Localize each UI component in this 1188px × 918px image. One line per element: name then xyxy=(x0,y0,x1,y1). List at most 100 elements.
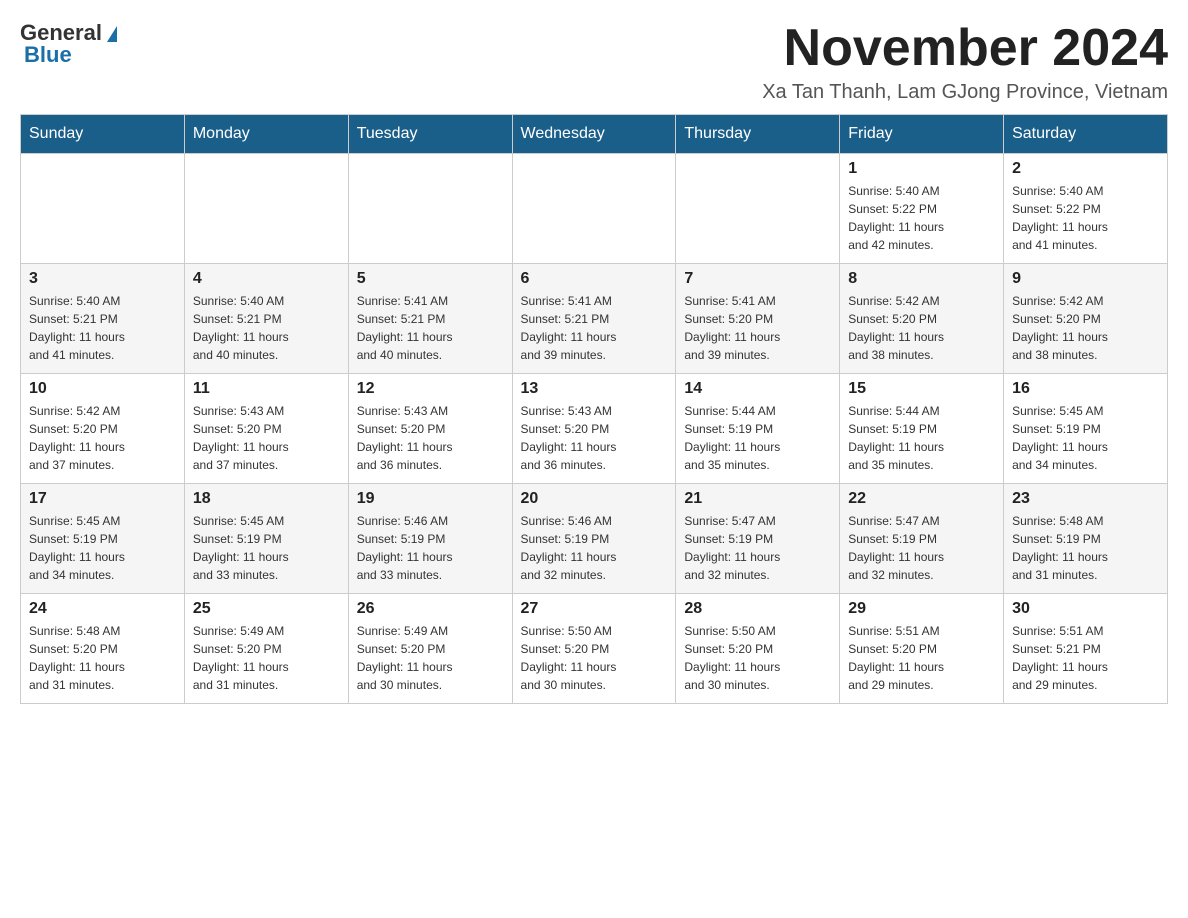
calendar-cell xyxy=(184,154,348,264)
day-number: 2 xyxy=(1012,160,1159,178)
calendar-cell: 30 Sunrise: 5:51 AM Sunset: 5:21 PM Dayli… xyxy=(1004,594,1168,704)
day-info: Sunrise: 5:45 AM Sunset: 5:19 PM Dayligh… xyxy=(29,512,176,584)
day-info: Sunrise: 5:44 AM Sunset: 5:19 PM Dayligh… xyxy=(848,402,995,474)
page-header: General Blue November 2024 Xa Tan Thanh,… xyxy=(20,20,1168,104)
column-header-friday: Friday xyxy=(840,115,1004,154)
day-info: Sunrise: 5:42 AM Sunset: 5:20 PM Dayligh… xyxy=(848,292,995,364)
logo: General Blue xyxy=(20,20,117,68)
day-number: 17 xyxy=(29,490,176,508)
day-info: Sunrise: 5:40 AM Sunset: 5:21 PM Dayligh… xyxy=(29,292,176,364)
column-header-saturday: Saturday xyxy=(1004,115,1168,154)
calendar-cell: 6 Sunrise: 5:41 AM Sunset: 5:21 PM Daylig… xyxy=(512,264,676,374)
calendar-week-1: 1 Sunrise: 5:40 AM Sunset: 5:22 PM Daylig… xyxy=(21,154,1168,264)
calendar-cell xyxy=(512,154,676,264)
day-info: Sunrise: 5:43 AM Sunset: 5:20 PM Dayligh… xyxy=(357,402,504,474)
day-number: 26 xyxy=(357,600,504,618)
calendar-cell: 4Sunrise: 5:40 AM Sunset: 5:21 PM Daylig… xyxy=(184,264,348,374)
day-info: Sunrise: 5:41 AM Sunset: 5:21 PM Dayligh… xyxy=(357,292,504,364)
calendar-cell: 10 Sunrise: 5:42 AM Sunset: 5:20 PM Dayli… xyxy=(21,374,185,484)
day-info: Sunrise: 5:50 AM Sunset: 5:20 PM Dayligh… xyxy=(521,622,668,694)
day-number: 28 xyxy=(684,600,831,618)
calendar-cell: 27 Sunrise: 5:50 AM Sunset: 5:20 PM Dayli… xyxy=(512,594,676,704)
day-number: 20 xyxy=(521,490,668,508)
calendar-cell: 26Sunrise: 5:49 AM Sunset: 5:20 PM Dayli… xyxy=(348,594,512,704)
calendar-cell: 21 Sunrise: 5:47 AM Sunset: 5:19 PM Dayli… xyxy=(676,484,840,594)
day-info: Sunrise: 5:51 AM Sunset: 5:20 PM Dayligh… xyxy=(848,622,995,694)
day-info: Sunrise: 5:49 AM Sunset: 5:20 PM Dayligh… xyxy=(193,622,340,694)
calendar-cell xyxy=(348,154,512,264)
day-number: 27 xyxy=(521,600,668,618)
day-number: 23 xyxy=(1012,490,1159,508)
calendar-cell: 3 Sunrise: 5:40 AM Sunset: 5:21 PM Daylig… xyxy=(21,264,185,374)
calendar-cell: 23Sunrise: 5:48 AM Sunset: 5:19 PM Dayli… xyxy=(1004,484,1168,594)
calendar-cell: 9 Sunrise: 5:42 AM Sunset: 5:20 PM Daylig… xyxy=(1004,264,1168,374)
day-number: 30 xyxy=(1012,600,1159,618)
day-info: Sunrise: 5:40 AM Sunset: 5:22 PM Dayligh… xyxy=(1012,182,1159,254)
calendar-cell: 15Sunrise: 5:44 AM Sunset: 5:19 PM Dayli… xyxy=(840,374,1004,484)
day-number: 9 xyxy=(1012,270,1159,288)
day-number: 29 xyxy=(848,600,995,618)
day-number: 12 xyxy=(357,380,504,398)
calendar-cell xyxy=(676,154,840,264)
day-info: Sunrise: 5:51 AM Sunset: 5:21 PM Dayligh… xyxy=(1012,622,1159,694)
calendar-week-2: 3 Sunrise: 5:40 AM Sunset: 5:21 PM Daylig… xyxy=(21,264,1168,374)
day-number: 25 xyxy=(193,600,340,618)
column-header-monday: Monday xyxy=(184,115,348,154)
calendar-cell: 29 Sunrise: 5:51 AM Sunset: 5:20 PM Dayli… xyxy=(840,594,1004,704)
day-number: 3 xyxy=(29,270,176,288)
day-info: Sunrise: 5:46 AM Sunset: 5:19 PM Dayligh… xyxy=(357,512,504,584)
day-number: 21 xyxy=(684,490,831,508)
calendar-cell: 20 Sunrise: 5:46 AM Sunset: 5:19 PM Dayli… xyxy=(512,484,676,594)
day-number: 1 xyxy=(848,160,995,178)
day-info: Sunrise: 5:43 AM Sunset: 5:20 PM Dayligh… xyxy=(521,402,668,474)
day-info: Sunrise: 5:47 AM Sunset: 5:19 PM Dayligh… xyxy=(848,512,995,584)
day-info: Sunrise: 5:45 AM Sunset: 5:19 PM Dayligh… xyxy=(1012,402,1159,474)
calendar-week-5: 24 Sunrise: 5:48 AM Sunset: 5:20 PM Dayli… xyxy=(21,594,1168,704)
calendar-cell: 16 Sunrise: 5:45 AM Sunset: 5:19 PM Dayli… xyxy=(1004,374,1168,484)
day-info: Sunrise: 5:42 AM Sunset: 5:20 PM Dayligh… xyxy=(29,402,176,474)
calendar-cell: 7Sunrise: 5:41 AM Sunset: 5:20 PM Daylig… xyxy=(676,264,840,374)
calendar-cell xyxy=(21,154,185,264)
day-info: Sunrise: 5:45 AM Sunset: 5:19 PM Dayligh… xyxy=(193,512,340,584)
column-header-thursday: Thursday xyxy=(676,115,840,154)
day-info: Sunrise: 5:42 AM Sunset: 5:20 PM Dayligh… xyxy=(1012,292,1159,364)
calendar-cell: 24 Sunrise: 5:48 AM Sunset: 5:20 PM Dayli… xyxy=(21,594,185,704)
calendar-cell: 11Sunrise: 5:43 AM Sunset: 5:20 PM Dayli… xyxy=(184,374,348,484)
calendar-cell: 18 Sunrise: 5:45 AM Sunset: 5:19 PM Dayli… xyxy=(184,484,348,594)
calendar-cell: 12 Sunrise: 5:43 AM Sunset: 5:20 PM Dayli… xyxy=(348,374,512,484)
day-info: Sunrise: 5:44 AM Sunset: 5:19 PM Dayligh… xyxy=(684,402,831,474)
day-number: 11 xyxy=(193,380,340,398)
calendar-cell: 19Sunrise: 5:46 AM Sunset: 5:19 PM Dayli… xyxy=(348,484,512,594)
day-info: Sunrise: 5:40 AM Sunset: 5:21 PM Dayligh… xyxy=(193,292,340,364)
calendar-week-3: 10 Sunrise: 5:42 AM Sunset: 5:20 PM Dayli… xyxy=(21,374,1168,484)
day-info: Sunrise: 5:47 AM Sunset: 5:19 PM Dayligh… xyxy=(684,512,831,584)
day-info: Sunrise: 5:41 AM Sunset: 5:21 PM Dayligh… xyxy=(521,292,668,364)
day-number: 14 xyxy=(684,380,831,398)
day-number: 24 xyxy=(29,600,176,618)
day-number: 22 xyxy=(848,490,995,508)
day-number: 16 xyxy=(1012,380,1159,398)
day-number: 6 xyxy=(521,270,668,288)
day-info: Sunrise: 5:46 AM Sunset: 5:19 PM Dayligh… xyxy=(521,512,668,584)
location-subtitle: Xa Tan Thanh, Lam GJong Province, Vietna… xyxy=(762,81,1168,104)
day-info: Sunrise: 5:50 AM Sunset: 5:20 PM Dayligh… xyxy=(684,622,831,694)
calendar-table: SundayMondayTuesdayWednesdayThursdayFrid… xyxy=(20,114,1168,704)
calendar-header-row: SundayMondayTuesdayWednesdayThursdayFrid… xyxy=(21,115,1168,154)
day-info: Sunrise: 5:40 AM Sunset: 5:22 PM Dayligh… xyxy=(848,182,995,254)
calendar-week-4: 17 Sunrise: 5:45 AM Sunset: 5:19 PM Dayli… xyxy=(21,484,1168,594)
calendar-cell: 5Sunrise: 5:41 AM Sunset: 5:21 PM Daylig… xyxy=(348,264,512,374)
calendar-cell: 1 Sunrise: 5:40 AM Sunset: 5:22 PM Daylig… xyxy=(840,154,1004,264)
day-number: 18 xyxy=(193,490,340,508)
day-number: 10 xyxy=(29,380,176,398)
logo-text-blue: Blue xyxy=(24,42,72,68)
calendar-cell: 28 Sunrise: 5:50 AM Sunset: 5:20 PM Dayli… xyxy=(676,594,840,704)
calendar-cell: 8 Sunrise: 5:42 AM Sunset: 5:20 PM Daylig… xyxy=(840,264,1004,374)
day-number: 8 xyxy=(848,270,995,288)
day-number: 13 xyxy=(521,380,668,398)
calendar-cell: 25 Sunrise: 5:49 AM Sunset: 5:20 PM Dayli… xyxy=(184,594,348,704)
title-section: November 2024 Xa Tan Thanh, Lam GJong Pr… xyxy=(762,20,1168,104)
day-number: 7 xyxy=(684,270,831,288)
calendar-cell: 17 Sunrise: 5:45 AM Sunset: 5:19 PM Dayli… xyxy=(21,484,185,594)
day-info: Sunrise: 5:48 AM Sunset: 5:20 PM Dayligh… xyxy=(29,622,176,694)
calendar-cell: 22 Sunrise: 5:47 AM Sunset: 5:19 PM Dayli… xyxy=(840,484,1004,594)
